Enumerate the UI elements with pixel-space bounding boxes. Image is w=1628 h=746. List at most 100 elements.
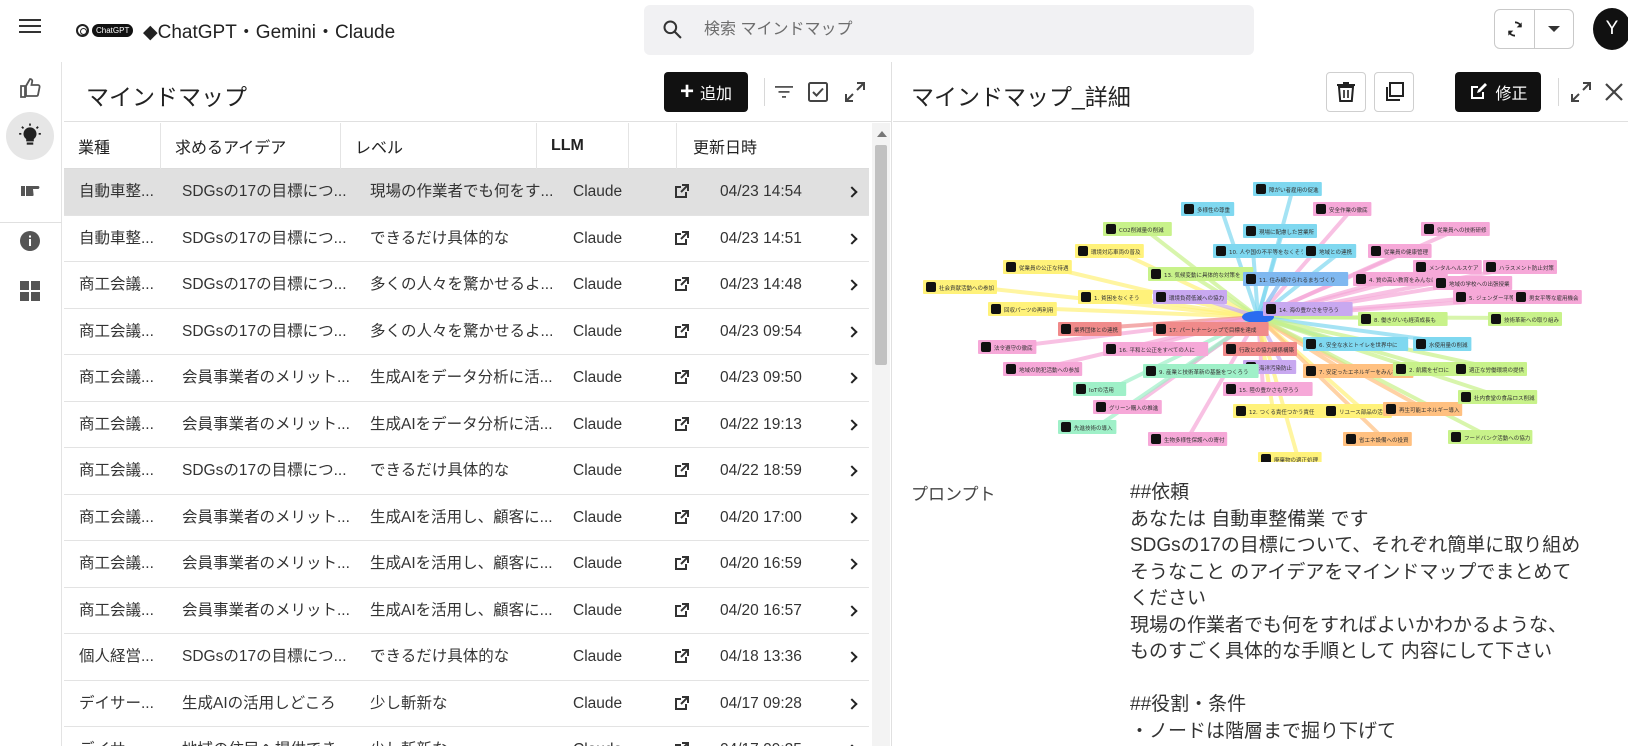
svg-text:従業員への技術研修: 従業員への技術研修 bbox=[1437, 226, 1487, 234]
hand-point-icon bbox=[21, 186, 40, 196]
rail-item-info[interactable] bbox=[6, 217, 54, 265]
scrollbar-thumb[interactable] bbox=[875, 145, 887, 365]
column-header-updated[interactable]: 更新日時 bbox=[677, 123, 869, 169]
cell-idea: 会員事業者のメリット... bbox=[182, 601, 350, 619]
fullscreen-icon[interactable] bbox=[1569, 80, 1593, 104]
table-row[interactable]: 商工会議... SDGsの17の目標につ... 多くの人々を驚かせるよ... Clau… bbox=[64, 262, 869, 309]
column-header-llm[interactable]: LLM bbox=[537, 123, 629, 169]
mindmap-node: リユース部品の活用 bbox=[1323, 404, 1392, 418]
list-scrollbar[interactable] bbox=[872, 123, 890, 746]
rail-item-thumbs-up[interactable] bbox=[6, 64, 54, 112]
svg-text:4. 質の高い教育をみんなに: 4. 質の高い教育をみんなに bbox=[1369, 276, 1437, 284]
chevron-right-icon[interactable] bbox=[844, 541, 864, 587]
svg-text:環境負荷低減への協力: 環境負荷低減への協力 bbox=[1169, 294, 1224, 302]
svg-text:安全作業の徹底: 安全作業の徹底 bbox=[1329, 206, 1368, 214]
table-row[interactable]: 自動車整... SDGsの17の目標につ... 現場の作業者でも何をす... Clau… bbox=[64, 169, 869, 216]
add-button[interactable]: + 追加 bbox=[664, 72, 748, 112]
table-row[interactable]: 商工会議... 会員事業者のメリット... 生成AIをデータ分析に活... Claud… bbox=[64, 402, 869, 448]
sync-button[interactable] bbox=[1495, 10, 1535, 48]
thumbs-up-icon bbox=[20, 78, 41, 98]
chevron-right-icon[interactable] bbox=[844, 588, 864, 634]
mindmap-node: 従業員への技術研修 bbox=[1421, 222, 1490, 236]
rail-item-ideas[interactable] bbox=[6, 112, 54, 160]
app-title: ◆ChatGPT・Gemini・Claude bbox=[143, 22, 396, 43]
table-row[interactable]: 個人経営... SDGsの17の目標につ... できるだけ具体的な Claude 04/… bbox=[64, 634, 869, 681]
search-input[interactable] bbox=[704, 17, 1204, 43]
svg-text:技術革新への取り組み: 技術革新への取り組み bbox=[1504, 316, 1560, 324]
open-external-icon[interactable] bbox=[668, 541, 694, 587]
open-external-icon[interactable] bbox=[668, 634, 694, 680]
cell-llm: Claude bbox=[573, 369, 623, 386]
svg-text:12. つくる責任つかう責任: 12. つくる責任つかう責任 bbox=[1249, 408, 1315, 416]
chevron-right-icon[interactable] bbox=[844, 681, 864, 727]
cell-level: 生成AIを活用し、顧客に... bbox=[370, 508, 553, 526]
svg-text:適正な労働環境の提供: 適正な労働環境の提供 bbox=[1469, 366, 1525, 374]
expand-icon[interactable] bbox=[843, 80, 867, 104]
filter-icon[interactable] bbox=[772, 80, 796, 104]
column-header-level[interactable]: レベル bbox=[341, 123, 537, 169]
prompt-line bbox=[1130, 666, 1600, 693]
table-row[interactable]: 商工会議... SDGsの17の目標につ... できるだけ具体的な Claude 04/… bbox=[64, 448, 869, 495]
cell-llm: Claude bbox=[573, 555, 623, 572]
open-external-icon[interactable] bbox=[668, 402, 694, 448]
user-avatar[interactable]: Y bbox=[1593, 8, 1628, 50]
chevron-right-icon[interactable] bbox=[844, 309, 864, 355]
open-external-icon[interactable] bbox=[668, 448, 694, 494]
chevron-right-icon[interactable] bbox=[844, 262, 864, 308]
open-external-icon[interactable] bbox=[668, 495, 694, 541]
mindmap-preview[interactable]: 障がい者雇用の促進多様性の尊重 安全作業の徹底 CO2削減量の削減 現場に配慮した営業… bbox=[913, 172, 1603, 462]
column-header-industry[interactable]: 業種 bbox=[64, 123, 161, 169]
open-external-icon[interactable] bbox=[668, 681, 694, 727]
cell-idea: SDGsの17の目標につ... bbox=[182, 462, 347, 479]
mindmap-node: 9. 産業と技術革新の基盤をつくろう bbox=[1143, 364, 1259, 378]
chevron-right-icon[interactable] bbox=[844, 355, 864, 401]
open-external-icon[interactable] bbox=[668, 727, 694, 746]
open-external-icon[interactable] bbox=[668, 355, 694, 401]
table-row[interactable]: デイサー... 生成AIの活用しどころ 少し斬新な Claude 04/17 09:28 bbox=[64, 681, 869, 727]
table-row[interactable]: 商工会議... 会員事業者のメリット... 生成AIを活用し、顧客に... Claud… bbox=[64, 588, 869, 634]
cell-level: 少し斬新な bbox=[370, 727, 556, 746]
menu-icon[interactable] bbox=[14, 15, 46, 43]
chevron-right-icon[interactable] bbox=[844, 402, 864, 448]
checkbox-select-icon[interactable] bbox=[806, 80, 830, 104]
chevron-right-icon[interactable] bbox=[844, 495, 864, 541]
rail-item-dashboard[interactable] bbox=[6, 267, 54, 315]
rail-item-pointer[interactable] bbox=[6, 164, 54, 212]
chevron-right-icon[interactable] bbox=[844, 169, 864, 215]
chevron-right-icon[interactable] bbox=[844, 448, 864, 494]
copy-button[interactable] bbox=[1374, 72, 1414, 112]
mindmap-node: 地域との連携 bbox=[1303, 244, 1357, 258]
cell-updated: 04/17 09:25 bbox=[720, 727, 840, 746]
open-external-icon[interactable] bbox=[668, 216, 694, 262]
cell-llm: Claude bbox=[573, 508, 623, 526]
open-external-icon[interactable] bbox=[668, 262, 694, 308]
table-row[interactable]: 商工会議... SDGsの17の目標につ... 多くの人々を驚かせるよ... Clau… bbox=[64, 309, 869, 355]
cell-idea: SDGsの17の目標につ... bbox=[182, 322, 347, 340]
cell-level: 少し斬新な bbox=[370, 694, 448, 712]
column-header-idea[interactable]: 求めるアイデア bbox=[161, 123, 341, 169]
open-external-icon[interactable] bbox=[668, 169, 694, 215]
cell-industry: 商工会議... bbox=[79, 276, 154, 293]
table-row[interactable]: 商工会議... 会員事業者のメリット... 生成AIをデータ分析に活... Claud… bbox=[64, 355, 869, 402]
mindmap-node: 10. 人や国の不平等をなくそう bbox=[1213, 244, 1319, 258]
close-icon[interactable] bbox=[1602, 80, 1626, 104]
open-external-icon[interactable] bbox=[668, 309, 694, 355]
prompt-line: そうなこと のアイデアをマインドマップでまとめて bbox=[1130, 561, 1572, 583]
edit-button[interactable]: 修正 bbox=[1455, 72, 1541, 112]
mindmap-node: 回収パーツの再利用 bbox=[988, 302, 1057, 316]
cell-industry: デイサー... bbox=[79, 694, 154, 712]
delete-button[interactable] bbox=[1326, 72, 1366, 112]
mindmap-node: 廃棄物の適正処理 bbox=[1258, 452, 1322, 462]
prompt-line: ##依頼 bbox=[1130, 482, 1190, 503]
table-row[interactable]: 商工会議... 会員事業者のメリット... 生成AIを活用し、顧客に... Claud… bbox=[64, 541, 869, 588]
chevron-right-icon[interactable] bbox=[844, 727, 864, 746]
chevron-right-icon[interactable] bbox=[844, 634, 864, 680]
table-row[interactable]: 自動車整... SDGsの17の目標につ... できるだけ具体的な Claude 04/… bbox=[64, 216, 869, 262]
open-external-icon[interactable] bbox=[668, 588, 694, 634]
sync-dropdown-button[interactable] bbox=[1535, 10, 1573, 48]
table-row[interactable]: 商工会議... 会員事業者のメリット... 生成AIを活用し、顧客に... Claud… bbox=[64, 495, 869, 541]
chevron-right-icon[interactable] bbox=[844, 216, 864, 262]
scroll-up-arrow-icon[interactable] bbox=[877, 131, 887, 137]
brand-logo: ChatGPT bbox=[76, 21, 134, 39]
table-row[interactable]: デイサ... 地域の住民へ提供でき... 少し斬新な Claude 04/17 09:2… bbox=[64, 727, 869, 746]
